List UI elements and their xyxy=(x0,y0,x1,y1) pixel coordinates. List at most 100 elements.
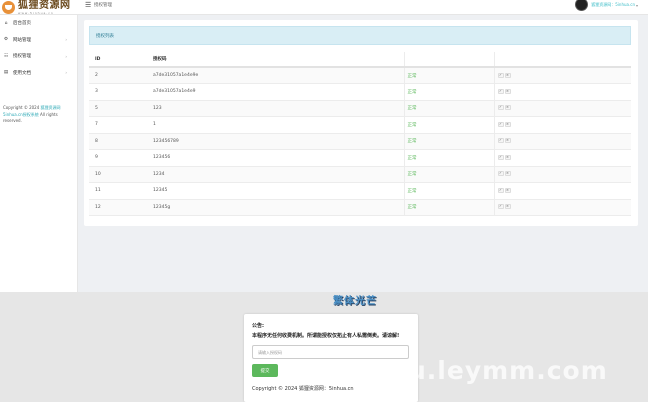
fox-logo-icon xyxy=(2,1,15,14)
document-icon: ▤ xyxy=(3,70,9,76)
sidebar-item-label: 网站管理 xyxy=(13,37,31,43)
edit-icon[interactable]: ✓ xyxy=(497,171,504,177)
list-heading-alert: 授权列表 xyxy=(89,26,631,45)
sidebar-item-label: 后台首页 xyxy=(13,21,31,27)
chevron-right-icon: › xyxy=(65,37,67,43)
notice-card: 公告: 本程序无任何收费机制。所谓能授权仅拓止有人私需倒卖。请谅解! 提交 Co… xyxy=(244,314,418,402)
cell-actions: ✓ × xyxy=(493,133,631,150)
main-panel: 授权列表 ID 授权码 2 a7de31057a1e4e9e 正常 ✓ × 3 a7de31… xyxy=(84,20,638,226)
cell-status: 正常 xyxy=(403,100,494,117)
notice-body: 本程序无任何收费机制。所谓能授权仅拓止有人私需倒卖。请谅解! xyxy=(252,333,400,339)
delete-icon[interactable]: × xyxy=(504,187,511,193)
brand-banner: 繁体光芒 xyxy=(333,296,377,307)
sidebar-item-site-settings[interactable]: ⚙ 网站管理 › xyxy=(0,32,77,49)
table-row: 12 12345g 正常 ✓ × xyxy=(89,199,631,216)
hamburger-icon[interactable]: ☰ xyxy=(85,1,91,9)
cell-id: 2 xyxy=(89,67,153,84)
edit-icon[interactable]: ✓ xyxy=(497,154,504,160)
table-row: 2 a7de31057a1e4e9e 正常 ✓ × xyxy=(89,67,631,84)
column-header-status xyxy=(403,52,494,68)
delete-icon[interactable]: × xyxy=(504,72,511,78)
table-row: 8 123456789 正常 ✓ × xyxy=(89,133,631,150)
sidebar-item-dashboard[interactable]: ⌂ 后台首页 xyxy=(0,15,77,32)
announcement-area: 繁体光芒 u.leymm.com 公告: 本程序无任何收费机制。所谓能授权仅拓止… xyxy=(0,292,648,402)
users-icon: ☷ xyxy=(3,53,9,59)
chevron-right-icon: › xyxy=(65,53,67,59)
logo-title: 狐狸资源网 xyxy=(18,0,71,11)
cell-status: 正常 xyxy=(403,67,494,84)
watermark-text: u.leymm.com xyxy=(408,356,608,385)
sidebar-item-label: 授权管理 xyxy=(13,54,31,60)
cell-actions: ✓ × xyxy=(493,182,631,200)
notice-title: 公告: xyxy=(252,323,264,329)
cell-code: a7de31057a1e4e9e xyxy=(153,67,404,84)
column-header-id: ID xyxy=(89,52,153,68)
cell-status: 正常 xyxy=(403,149,494,167)
site-logo[interactable]: 狐狸资源网 www.5inhua.cn xyxy=(0,0,78,15)
chevron-down-icon[interactable]: ▾ xyxy=(636,3,638,8)
cell-status: 正常 xyxy=(403,133,494,150)
cell-code: 12345 xyxy=(153,182,404,200)
cell-code: 123 xyxy=(153,100,404,117)
table-header-row: ID 授权码 xyxy=(89,52,631,68)
edit-icon[interactable]: ✓ xyxy=(497,88,504,94)
cell-code: 1234 xyxy=(153,166,404,183)
cell-id: 12 xyxy=(89,199,153,216)
cell-code: 123456789 xyxy=(153,133,404,150)
cell-actions: ✓ × xyxy=(493,100,631,117)
delete-icon[interactable]: × xyxy=(504,105,511,111)
user-menu[interactable]: 狐狸资源网：5inhua.cn ▾ xyxy=(575,0,638,11)
delete-icon[interactable]: × xyxy=(504,88,511,94)
cog-icon: ⚙ xyxy=(3,37,9,43)
cell-code: 123456 xyxy=(153,149,404,167)
delete-icon[interactable]: × xyxy=(504,171,511,177)
table-row: 5 123 正常 ✓ × xyxy=(89,100,631,117)
cell-code: 1 xyxy=(153,116,404,134)
edit-icon[interactable]: ✓ xyxy=(497,121,504,127)
notice-copyright: Copyright © 2024 狐狸资源网：5inhua.cn xyxy=(252,386,354,392)
auth-code-input[interactable] xyxy=(252,345,409,359)
table-row: 10 1234 正常 ✓ × xyxy=(89,166,631,183)
cell-status: 正常 xyxy=(403,83,494,101)
cell-id: 5 xyxy=(89,100,153,117)
cell-actions: ✓ × xyxy=(493,83,631,101)
edit-icon[interactable]: ✓ xyxy=(497,204,504,210)
delete-icon[interactable]: × xyxy=(504,154,511,160)
cell-id: 10 xyxy=(89,166,153,183)
sidebar-item-authorization[interactable]: ☷ 授权管理 › xyxy=(0,48,77,65)
table-row: 7 1 正常 ✓ × xyxy=(89,116,631,134)
cell-id: 3 xyxy=(89,83,153,101)
sidebar-item-docs[interactable]: ▤ 使用文档 › xyxy=(0,65,77,82)
sidebar-copyright: Copyright © 2024 狐狸资源网 5inhua.cn授权系统 All… xyxy=(3,105,61,123)
cell-actions: ✓ × xyxy=(493,199,631,216)
edit-icon[interactable]: ✓ xyxy=(497,72,504,78)
home-icon: ⌂ xyxy=(4,20,8,26)
submit-button[interactable]: 提交 xyxy=(252,364,278,377)
page-title: 授权管理 xyxy=(94,3,112,8)
cell-id: 7 xyxy=(89,116,153,134)
column-header-actions xyxy=(493,52,631,68)
authorization-table: ID 授权码 2 a7de31057a1e4e9e 正常 ✓ × 3 a7de31057a1… xyxy=(89,52,631,216)
cell-code: a7de31057a1e4e9 xyxy=(153,83,404,101)
cell-id: 11 xyxy=(89,182,153,200)
user-name[interactable]: 狐狸资源网：5inhua.cn xyxy=(591,2,635,8)
cell-code: 12345g xyxy=(153,199,404,216)
top-bar: 狐狸资源网 www.5inhua.cn ☰ 授权管理 狐狸资源网：5inhua.… xyxy=(0,0,648,15)
edit-icon[interactable]: ✓ xyxy=(497,187,504,193)
cell-id: 8 xyxy=(89,133,153,150)
edit-icon[interactable]: ✓ xyxy=(497,105,504,111)
cell-status: 正常 xyxy=(403,199,494,216)
cell-actions: ✓ × xyxy=(493,166,631,183)
column-header-code: 授权码 xyxy=(153,52,404,68)
cell-actions: ✓ × xyxy=(493,67,631,84)
cell-status: 正常 xyxy=(403,116,494,134)
avatar[interactable] xyxy=(575,0,589,11)
table-row: 11 12345 正常 ✓ × xyxy=(89,182,631,200)
edit-icon[interactable]: ✓ xyxy=(497,138,504,144)
delete-icon[interactable]: × xyxy=(504,121,511,127)
delete-icon[interactable]: × xyxy=(504,204,511,210)
table-row: 3 a7de31057a1e4e9 正常 ✓ × xyxy=(89,83,631,101)
cell-actions: ✓ × xyxy=(493,116,631,134)
cell-id: 9 xyxy=(89,149,153,167)
delete-icon[interactable]: × xyxy=(504,138,511,144)
